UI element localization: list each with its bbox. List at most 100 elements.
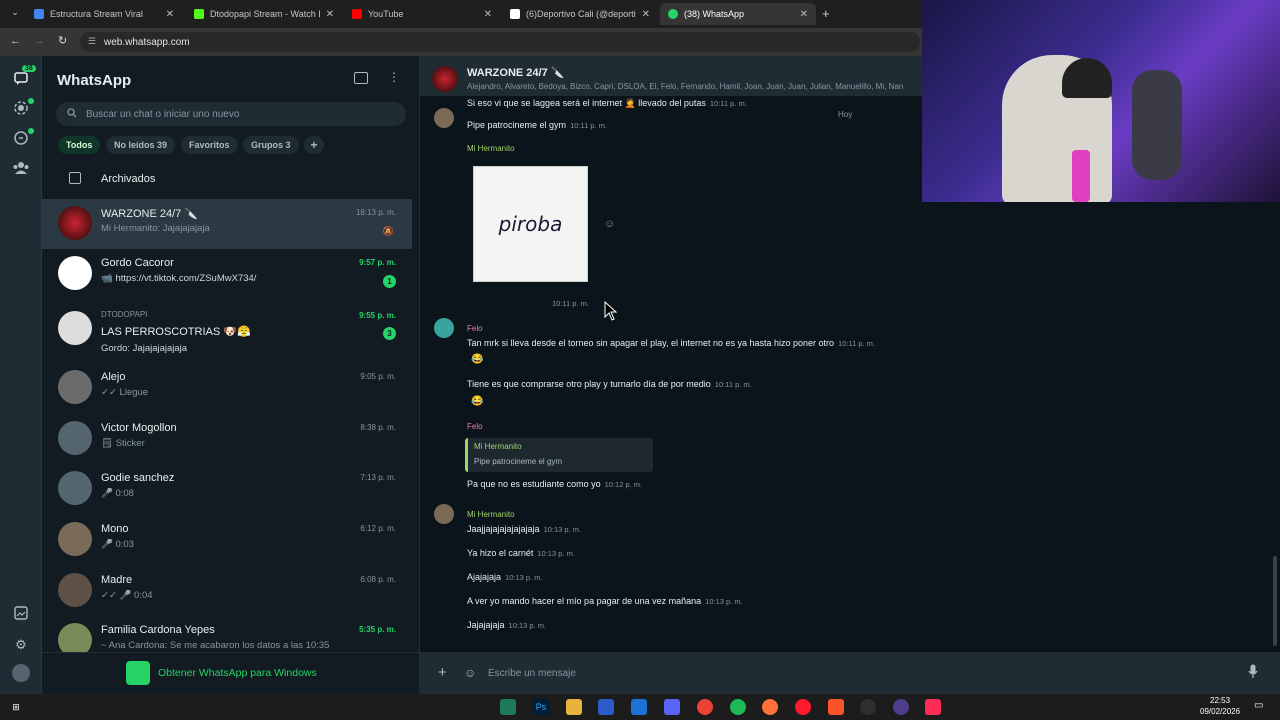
filter-all[interactable]: Todos	[58, 136, 101, 154]
message-emoji: 😂	[471, 354, 484, 365]
reload-icon[interactable]: ↻	[58, 34, 67, 47]
menu-icon[interactable]: ⋮	[388, 70, 400, 84]
composer-bar: + ☺ Escribe un mensaje	[420, 652, 1280, 694]
browser-tab[interactable]: Dtodopapi Stream - Watch Live ✕	[186, 3, 342, 25]
obs-icon[interactable]	[860, 699, 876, 715]
chat-time: 6:12 p. m.	[360, 524, 396, 533]
chat-item-perroscotrias[interactable]: DTODOPAPI LAS PERROSCOTRIAS 🐶😤 Gordo: Ja…	[42, 299, 412, 359]
profile-avatar[interactable]	[12, 664, 30, 682]
message: A ver yo mando hacer el mío pa pagar de …	[467, 596, 743, 606]
tab-label: (6)Deportivo Cali (@deportivoc	[526, 9, 636, 19]
chrome-active-icon[interactable]	[893, 699, 909, 715]
browser-tab[interactable]: YouTube ✕	[344, 3, 500, 25]
status-icon[interactable]	[12, 100, 30, 118]
attach-icon[interactable]: +	[438, 664, 447, 681]
filter-label: Favoritos	[189, 140, 230, 150]
chat-item-godie[interactable]: Godie sanchez 🎤 0:08 7:13 p. m.	[42, 464, 412, 514]
get-windows-link[interactable]: Obtener WhatsApp para Windows	[126, 660, 336, 686]
chat-item-victor[interactable]: Victor Mogollon 🗒 Sticker 8:38 p. m.	[42, 414, 412, 464]
forward-icon[interactable]: →	[34, 35, 45, 47]
opera-icon[interactable]	[795, 699, 811, 715]
chat-item-madre[interactable]: Madre ✓✓ 🎤 0:04 6:08 p. m.	[42, 566, 412, 616]
message-time: 10:11 p. m.	[709, 99, 747, 108]
site-info-icon[interactable]: ☰	[88, 36, 96, 47]
close-icon[interactable]: ✕	[484, 9, 492, 20]
chrome-icon[interactable]	[697, 699, 713, 715]
message-time: 10:13 p. m.	[705, 597, 743, 606]
sender-name: Felo	[467, 422, 483, 431]
communities-icon[interactable]	[12, 160, 30, 178]
react-icon[interactable]: ☺	[604, 218, 615, 230]
close-icon[interactable]: ✕	[326, 9, 334, 20]
chats-badge: 38	[22, 65, 36, 72]
message: Si eso vi que se laggea será el internet…	[467, 98, 747, 108]
chats-icon[interactable]	[12, 70, 30, 88]
settings-icon[interactable]: ⚙	[12, 636, 30, 654]
browser-tab[interactable]: (6)Deportivo Cali (@deportivoc ✕	[502, 3, 658, 25]
chat-preview: 🗒 Sticker	[101, 438, 145, 449]
app-icon[interactable]	[500, 699, 516, 715]
discord-icon[interactable]	[664, 699, 680, 715]
url-field[interactable]: ☰ web.whatsapp.com	[80, 32, 920, 52]
start-icon[interactable]: ⊞	[8, 699, 24, 715]
chat-preview: 🎤 0:03	[101, 539, 134, 550]
chat-list-panel: WhatsApp ⋮ Buscar un chat o iniciar uno …	[42, 56, 420, 694]
sticker-text: piroba	[498, 212, 563, 236]
group-members: Alejandro, Alvareto, Bedoya, Bizco, Capr…	[467, 82, 904, 91]
chat-item-mono[interactable]: Mono 🎤 0:03 6:12 p. m.	[42, 515, 412, 565]
new-tab-icon[interactable]: +	[822, 6, 830, 21]
message-text: Si eso vi que se laggea será el internet…	[467, 98, 706, 108]
tab-label: Dtodopapi Stream - Watch Live	[210, 9, 320, 19]
browser-tab[interactable]: Estructura Stream Viral ✕	[26, 3, 182, 25]
archived-row[interactable]: Archivados	[42, 166, 412, 192]
back-icon[interactable]: ←	[10, 35, 21, 47]
message: Ajajajaja 10:13 p. m.	[467, 572, 543, 582]
mail-icon[interactable]	[631, 699, 647, 715]
message-input[interactable]: ☺ Escribe un mensaje	[460, 659, 1235, 687]
chat-item-warzone[interactable]: WARZONE 24/7 🔪 Mi Hermanito: Jajajajajaj…	[42, 199, 412, 249]
avatar	[58, 206, 92, 240]
message-text: Pipe patrocineme el gym	[467, 120, 567, 130]
app-title: WhatsApp	[57, 72, 132, 89]
channels-icon[interactable]	[12, 130, 30, 148]
muted-icon: 🔕	[382, 226, 394, 236]
emoji-icon[interactable]: ☺	[464, 666, 476, 680]
firefox-icon[interactable]	[762, 699, 778, 715]
chat-preview: 📹 https://vt.tiktok.com/ZSuMwX734/	[101, 273, 257, 284]
chat-item-familia[interactable]: Familia Cardona Yepes ~ Ana Cardona: Se …	[42, 616, 412, 652]
spotify-icon[interactable]	[730, 699, 746, 715]
sender-name: Mi Hermanito	[467, 144, 515, 153]
search-input[interactable]: Buscar un chat o iniciar uno nuevo	[56, 102, 406, 126]
webcam-overlay	[922, 0, 1280, 202]
microphone-icon[interactable]	[1248, 664, 1258, 684]
chat-item-alejo[interactable]: Alejo ✓✓ Llegue 9:05 p. m.	[42, 363, 412, 413]
message-time: 10:11 p. m.	[714, 380, 752, 389]
unread-badge: 1	[383, 275, 396, 288]
sticker-image[interactable]: piroba	[473, 166, 588, 282]
close-icon[interactable]: ✕	[642, 9, 650, 20]
scrollbar[interactable]	[1273, 556, 1277, 646]
tiktok-icon[interactable]	[925, 699, 941, 715]
filter-label: No leídos 39	[114, 140, 168, 150]
chat-item-gordo-cacoror[interactable]: Gordo Cacoror 📹 https://vt.tiktok.com/ZS…	[42, 249, 412, 299]
close-icon[interactable]: ✕	[166, 9, 174, 20]
filter-favorites[interactable]: Favoritos	[181, 136, 238, 154]
filter-groups[interactable]: Grupos 3	[243, 136, 299, 154]
media-icon[interactable]	[12, 606, 30, 624]
conversation-header[interactable]: WARZONE 24/7 🔪 Alejandro, Alvareto, Bedo…	[420, 56, 922, 96]
add-filter-button[interactable]: +	[304, 136, 324, 154]
photoshop-icon[interactable]: Ps	[533, 699, 549, 715]
brave-icon[interactable]	[828, 699, 844, 715]
avatar	[58, 256, 92, 290]
folder-icon[interactable]	[566, 699, 582, 715]
notifications-icon[interactable]: ▭	[1254, 700, 1263, 711]
close-icon[interactable]: ✕	[800, 9, 808, 20]
filter-unread[interactable]: No leídos 39	[106, 136, 176, 154]
nav-rail: 38 ⚙	[0, 56, 42, 694]
new-chat-icon[interactable]	[354, 72, 368, 84]
quoted-message[interactable]: Mi Hermanito Pipe patrocineme el gym	[465, 438, 653, 472]
calculator-icon[interactable]	[598, 699, 614, 715]
browser-tab-active[interactable]: (38) WhatsApp ✕	[660, 3, 816, 25]
group-title: WARZONE 24/7 🔪	[467, 67, 565, 79]
tab-search-icon[interactable]: ⌄	[8, 7, 22, 21]
